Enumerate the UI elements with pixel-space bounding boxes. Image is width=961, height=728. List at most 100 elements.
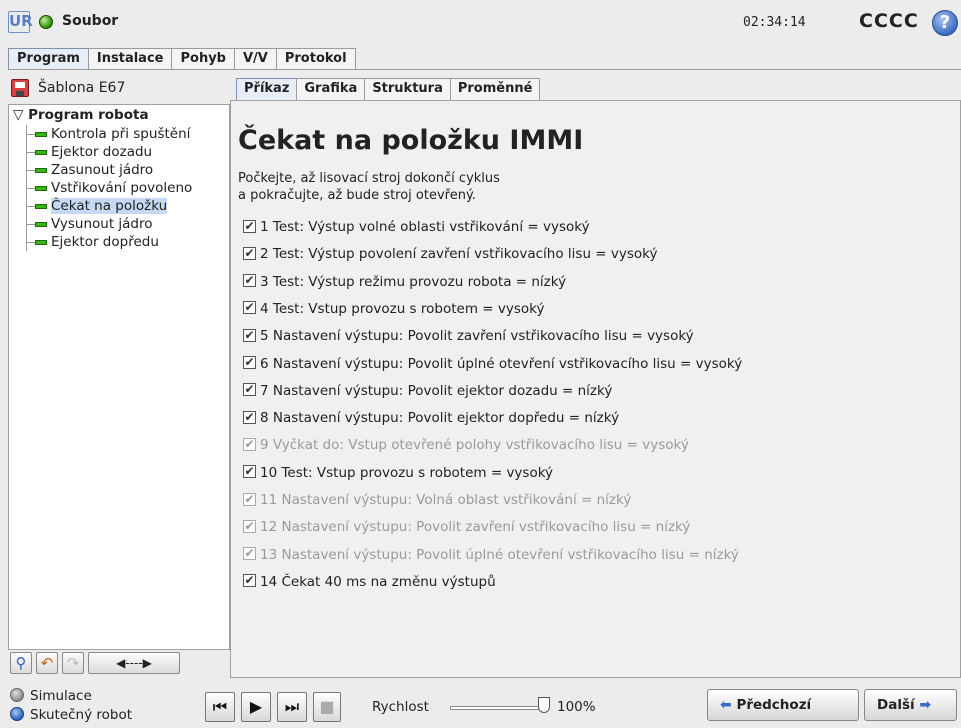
tree-node[interactable]: Ejektor dopředu	[21, 233, 159, 251]
checkbox[interactable]: ✔	[243, 328, 256, 342]
tab-installation[interactable]: Instalace	[87, 48, 173, 70]
save-icon[interactable]	[11, 79, 29, 97]
command-line[interactable]: ✔ 9 Vyčkat do: Vstup otevřené polohy vstř…	[243, 436, 689, 454]
stop-icon[interactable]: ■	[313, 692, 341, 722]
tab-structure[interactable]: Struktura	[364, 78, 451, 100]
tree-node-label: Vysunout jádro	[51, 216, 153, 232]
tree-node[interactable]: Vstřikování povoleno	[21, 179, 192, 197]
command-line-text: 7 Nastavení výstupu: Povolit ejektor doz…	[260, 382, 613, 399]
command-line[interactable]: ✔ 12 Nastavení výstupu: Povolit zavření v…	[243, 518, 690, 536]
redo-icon[interactable]: ↷	[62, 652, 84, 674]
checkbox[interactable]: ✔	[243, 492, 256, 506]
program-node-icon	[35, 149, 47, 155]
play-icon[interactable]: ▶	[241, 692, 271, 722]
mode-real-robot[interactable]: Skutečný robot	[10, 707, 132, 723]
title-bar: UR Soubor 02:34:14 CCCC ?	[0, 0, 961, 44]
program-node-icon	[35, 185, 47, 191]
tree-node-label: Čekat na položku	[51, 198, 168, 214]
tree-node[interactable]: Zasunout jádro	[21, 161, 153, 179]
program-node-icon	[35, 239, 47, 245]
tree-node-label: Zasunout jádro	[51, 162, 154, 178]
checkbox[interactable]: ✔	[243, 246, 256, 260]
program-node-icon	[35, 167, 47, 173]
checkbox[interactable]: ✔	[243, 383, 256, 397]
tree-toolbar: ⚲ ↶ ↷ ◀----▶	[8, 650, 230, 678]
next-button[interactable]: Další ➡	[864, 689, 957, 721]
previous-button[interactable]: ⬅ Předchozí	[707, 689, 859, 721]
command-line[interactable]: ✔ 11 Nastavení výstupu: Volná oblast vstř…	[243, 491, 631, 509]
command-line-text: 9 Vyčkat do: Vstup otevřené polohy vstři…	[260, 437, 689, 454]
previous-label: Předchozí	[736, 697, 812, 713]
undo-icon[interactable]: ↶	[36, 652, 58, 674]
command-line-text: 2 Test: Výstup povolení zavření vstřikov…	[260, 246, 658, 263]
tree-node-label: Ejektor dopředu	[51, 234, 159, 250]
real-robot-label: Skutečný robot	[30, 707, 133, 723]
robot-status-icon	[39, 15, 53, 29]
real-robot-radio-icon[interactable]	[10, 707, 24, 721]
tab-graphics[interactable]: Grafika	[296, 78, 366, 100]
checkbox[interactable]: ✔	[243, 274, 256, 288]
command-line[interactable]: ✔ 6 Nastavení výstupu: Povolit úplné otev…	[243, 355, 742, 373]
tab-io[interactable]: V/V	[233, 48, 277, 70]
tree-node[interactable]: Vysunout jádro	[21, 215, 153, 233]
command-panel: Čekat na položku IMMI Počkejte, až lisov…	[230, 100, 961, 678]
command-line-text: 13 Nastavení výstupu: Povolit úplné otev…	[260, 546, 739, 563]
tab-program[interactable]: Program	[8, 48, 89, 70]
command-line[interactable]: ✔ 8 Nastavení výstupu: Povolit ejektor do…	[243, 409, 619, 427]
expand-triangle-icon[interactable]: ▽	[13, 107, 23, 123]
simulation-radio-icon[interactable]	[10, 688, 24, 702]
tree-node[interactable]: Ejektor dozadu	[21, 143, 152, 161]
command-line[interactable]: ✔ 3 Test: Výstup režimu provozu robota = …	[243, 273, 566, 291]
tab-command[interactable]: Příkaz	[236, 78, 298, 100]
program-node-icon	[35, 131, 47, 137]
search-icon[interactable]: ⚲	[10, 652, 32, 674]
checkbox[interactable]: ✔	[243, 574, 256, 588]
tab-move[interactable]: Pohyb	[171, 48, 235, 70]
checkbox[interactable]: ✔	[243, 437, 256, 451]
speed-slider[interactable]	[450, 706, 542, 710]
checkbox[interactable]: ✔	[243, 301, 256, 315]
file-menu[interactable]: Soubor	[62, 13, 118, 29]
checkbox[interactable]: ✔	[243, 219, 256, 233]
command-line[interactable]: ✔ 14 Čekat 40 ms na změnu výstupů	[243, 573, 496, 591]
command-line[interactable]: ✔ 7 Nastavení výstupu: Povolit ejektor do…	[243, 382, 612, 400]
tab-variables[interactable]: Proměnné	[449, 78, 541, 100]
step-forward-icon[interactable]: ⏭	[277, 692, 307, 722]
command-line[interactable]: ✔ 10 Test: Vstup provozu s robotem = vyso…	[243, 464, 553, 482]
template-bar: Šablona E67	[8, 76, 230, 102]
command-line-text: 10 Test: Vstup provozu s robotem = vysok…	[260, 464, 554, 481]
checkbox[interactable]: ✔	[243, 465, 256, 479]
command-line-text: 14 Čekat 40 ms na změnu výstupů	[260, 573, 496, 590]
tree-node[interactable]: Kontrola při spuštění	[21, 125, 190, 143]
command-line[interactable]: ✔ 4 Test: Vstup provozu s robotem = vysok…	[243, 300, 544, 318]
command-line-text: 3 Test: Výstup režimu provozu robota = n…	[260, 273, 567, 290]
mode-simulation[interactable]: Simulace	[10, 688, 92, 704]
ur-logo: UR	[8, 11, 33, 33]
tree-node[interactable]: Čekat na položku	[21, 197, 168, 215]
skip-back-icon[interactable]: ⏮	[205, 692, 235, 722]
command-line[interactable]: ✔ 2 Test: Výstup povolení zavření vstřiko…	[243, 245, 658, 263]
next-label: Další	[877, 697, 915, 713]
command-line[interactable]: ✔ 1 Test: Výstup volné oblasti vstřikován…	[243, 218, 590, 236]
speed-slider-handle[interactable]	[538, 697, 550, 713]
move-arrows-icon[interactable]: ◀----▶	[88, 652, 180, 674]
command-line-text: 8 Nastavení výstupu: Povolit ejektor dop…	[260, 410, 620, 427]
checkbox[interactable]: ✔	[243, 410, 256, 424]
arrow-left-icon: ⬅	[720, 697, 732, 713]
command-line[interactable]: ✔ 5 Nastavení výstupu: Povolit zavření vs…	[243, 327, 694, 345]
checkbox[interactable]: ✔	[243, 519, 256, 533]
command-line-text: 11 Nastavení výstupu: Volná oblast vstři…	[260, 492, 632, 508]
program-node-icon	[35, 221, 47, 227]
command-line[interactable]: ✔ 13 Nastavení výstupu: Povolit úplné ote…	[243, 546, 739, 564]
command-line-text: 4 Test: Vstup provozu s robotem = vysoký	[260, 300, 545, 317]
tree-root[interactable]: ▽ Program robota	[13, 107, 149, 123]
tab-log[interactable]: Protokol	[275, 48, 356, 70]
program-name: Šablona E67	[38, 80, 126, 96]
checkbox[interactable]: ✔	[243, 356, 256, 369]
help-icon[interactable]: ?	[932, 10, 958, 36]
checkbox[interactable]: ✔	[243, 547, 256, 561]
tree-root-label: Program robota	[28, 107, 149, 123]
program-tree: ▽ Program robota Kontrola při spuštění Ej…	[8, 104, 230, 650]
command-line-text: 6 Nastavení výstupu: Povolit úplné otevř…	[260, 355, 743, 372]
program-node-icon	[35, 203, 47, 209]
